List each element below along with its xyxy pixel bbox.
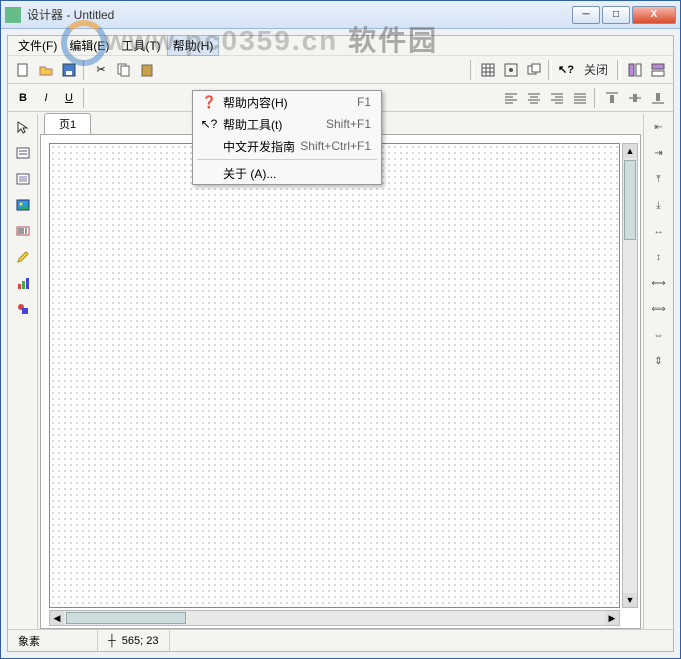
align-palette: ⇤ ⇥ ⤒ ⤓ ↔ ↕ ⟷ ⟺ ⇔ ⇕ [643, 114, 673, 629]
status-coords: ┼565; 23 [98, 630, 170, 651]
distribute-v-icon[interactable]: ↕ [649, 248, 669, 266]
vscroll-thumb[interactable] [624, 160, 636, 240]
copy-icon[interactable] [113, 59, 135, 81]
center-v-icon[interactable]: ⇕ [649, 352, 669, 370]
valign-mid-icon[interactable] [624, 87, 646, 109]
canvas-area: ▲ ▼ ◀ ▶ [40, 134, 641, 629]
shape-tool-icon[interactable] [13, 300, 33, 318]
scroll-down-icon[interactable]: ▼ [623, 593, 637, 607]
save-icon[interactable] [58, 59, 80, 81]
text-tool-icon[interactable] [13, 144, 33, 162]
bold-icon[interactable]: B [12, 87, 34, 109]
menu-help-about[interactable]: 关于 (A)... [193, 162, 381, 184]
chart-tool-icon[interactable] [13, 274, 33, 292]
pointer-tool-icon[interactable] [13, 118, 33, 136]
open-icon[interactable] [35, 59, 57, 81]
order-icon[interactable] [523, 59, 545, 81]
new-icon[interactable] [12, 59, 34, 81]
scroll-left-icon[interactable]: ◀ [50, 611, 64, 625]
valign-bottom-icon[interactable] [647, 87, 669, 109]
menu-separator [197, 159, 377, 160]
hscroll-thumb[interactable] [66, 612, 186, 624]
align-justify-icon[interactable] [569, 87, 591, 109]
tab-page1[interactable]: 页1 [44, 113, 91, 134]
maximize-button[interactable]: □ [602, 6, 630, 24]
paste-icon[interactable] [136, 59, 158, 81]
menu-edit[interactable]: 编辑(E) [63, 35, 115, 56]
help-pointer-icon: ↖? [199, 117, 219, 131]
context-help-icon[interactable]: ↖? [555, 59, 577, 81]
menu-help-contents[interactable]: ❓ 帮助内容(H) F1 [193, 91, 381, 113]
same-height-icon[interactable]: ⟺ [649, 300, 669, 318]
close-button[interactable]: X [632, 6, 676, 24]
center-h-icon[interactable]: ⇔ [649, 326, 669, 344]
distribute-h-icon[interactable]: ↔ [649, 222, 669, 240]
help-book-icon: ❓ [199, 95, 219, 109]
statusbar: 象素 ┼565; 23 [8, 629, 673, 651]
same-width-icon[interactable]: ⟷ [649, 274, 669, 292]
align-top-edge-icon[interactable]: ⤒ [649, 170, 669, 188]
menubar: 文件(F) 编辑(E) 工具(T) 帮助(H) [8, 36, 673, 56]
align-left-icon[interactable] [500, 87, 522, 109]
menu-tools[interactable]: 工具(T) [115, 35, 166, 56]
titlebar: 设计器 - Untitled ─ □ X [1, 1, 680, 29]
design-canvas[interactable] [49, 143, 620, 608]
menu-help[interactable]: 帮助(H) [167, 35, 220, 56]
underline-icon[interactable]: U [58, 87, 80, 109]
window-title: 设计器 - Untitled [27, 6, 572, 23]
horizontal-scrollbar[interactable]: ◀ ▶ [49, 610, 620, 626]
align-bottom-edge-icon[interactable]: ⤓ [649, 196, 669, 214]
pencil-tool-icon[interactable] [13, 248, 33, 266]
menu-help-cnguide[interactable]: 中文开发指南 Shift+Ctrl+F1 [193, 135, 381, 157]
cut-icon[interactable]: ✂ [90, 59, 112, 81]
align-right-edge-icon[interactable]: ⇥ [649, 144, 669, 162]
snap-icon[interactable] [500, 59, 522, 81]
panel-toggle-icon[interactable] [624, 59, 646, 81]
align-center-icon[interactable] [523, 87, 545, 109]
tool-palette [8, 114, 38, 629]
status-unit: 象素 [8, 630, 98, 651]
scroll-up-icon[interactable]: ▲ [623, 144, 637, 158]
close-button-text[interactable]: 关闭 [578, 61, 614, 78]
scroll-right-icon[interactable]: ▶ [605, 611, 619, 625]
align-left-edge-icon[interactable]: ⇤ [649, 118, 669, 136]
grid-toggle-icon[interactable] [477, 59, 499, 81]
minimize-button[interactable]: ─ [572, 6, 600, 24]
image-tool-icon[interactable] [13, 196, 33, 214]
toolbar-main: ✂ ↖? 关闭 [8, 56, 673, 84]
help-menu-dropdown: ❓ 帮助内容(H) F1 ↖? 帮助工具(t) Shift+F1 中文开发指南 … [192, 90, 382, 185]
panel-toggle2-icon[interactable] [647, 59, 669, 81]
app-icon [5, 7, 21, 23]
vertical-scrollbar[interactable]: ▲ ▼ [622, 143, 638, 608]
barcode-tool-icon[interactable] [13, 222, 33, 240]
list-tool-icon[interactable] [13, 170, 33, 188]
menu-file[interactable]: 文件(F) [12, 35, 63, 56]
italic-icon[interactable]: I [35, 87, 57, 109]
align-right-icon[interactable] [546, 87, 568, 109]
menu-help-tool[interactable]: ↖? 帮助工具(t) Shift+F1 [193, 113, 381, 135]
valign-top-icon[interactable] [601, 87, 623, 109]
